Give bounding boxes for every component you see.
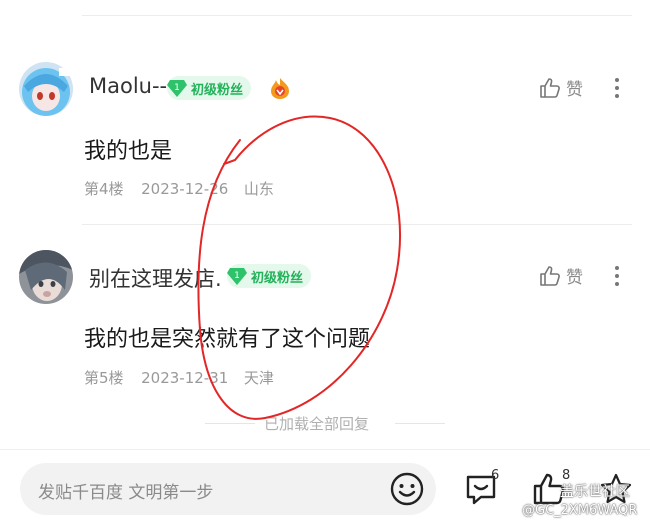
thumb-up-icon bbox=[540, 77, 560, 98]
username[interactable]: 别在这理发店. bbox=[89, 263, 222, 293]
vip-fire-icon bbox=[271, 78, 289, 99]
top-divider bbox=[82, 15, 632, 16]
avatar[interactable] bbox=[19, 250, 73, 304]
fan-level-badge: 1 初级粉丝 bbox=[167, 76, 252, 100]
floor-number: 第5楼 bbox=[84, 369, 124, 387]
level-gem-icon: 1 bbox=[227, 268, 247, 285]
comment-location: 山东 bbox=[243, 180, 274, 198]
reply-input-placeholder: 发贴千百度 文明第一步 bbox=[38, 483, 214, 503]
floor-number: 第4楼 bbox=[84, 180, 124, 198]
comment-content: 我的也是突然就有了这个问题 bbox=[84, 327, 371, 352]
svg-text:1: 1 bbox=[174, 83, 180, 93]
like-button[interactable]: 赞 bbox=[538, 75, 583, 100]
comment-date: 2023-12-26 bbox=[141, 180, 229, 198]
loaded-all-text: 已加载全部回复 bbox=[264, 415, 370, 433]
reply-count: 6 bbox=[491, 468, 500, 483]
loaded-divider-right bbox=[395, 423, 445, 424]
comment-meta: 第5楼 2023-12-31 天津 bbox=[84, 367, 274, 388]
bottom-bar-divider bbox=[0, 449, 650, 450]
more-icon bbox=[615, 78, 619, 82]
emoji-icon[interactable] bbox=[389, 471, 425, 507]
comment-location: 天津 bbox=[243, 369, 274, 387]
thumb-up-icon bbox=[540, 265, 560, 286]
more-options-button[interactable] bbox=[614, 264, 620, 288]
reply-input[interactable]: 发贴千百度 文明第一步 bbox=[20, 463, 436, 515]
like-label: 赞 bbox=[566, 268, 583, 288]
comment-date: 2023-12-31 bbox=[141, 369, 229, 387]
fan-level-badge: 1 初级粉丝 bbox=[227, 264, 312, 288]
svg-text:1: 1 bbox=[234, 271, 240, 281]
like-button[interactable]: 赞 bbox=[538, 263, 583, 288]
username[interactable]: Maolu-- bbox=[89, 74, 167, 98]
comment-divider bbox=[82, 224, 632, 225]
avatar[interactable] bbox=[19, 62, 73, 116]
comment-content: 我的也是 bbox=[84, 139, 173, 164]
level-gem-icon: 1 bbox=[167, 80, 187, 97]
fan-badge-label: 初级粉丝 bbox=[191, 82, 244, 98]
fan-badge-label: 初级粉丝 bbox=[251, 270, 304, 286]
watermark-line1: 盖乐世社区 bbox=[560, 484, 630, 500]
loaded-divider-left bbox=[205, 423, 255, 424]
watermark-line2: @GC_2XM6WAQR bbox=[522, 503, 638, 518]
more-options-button[interactable] bbox=[614, 76, 620, 100]
comment-meta: 第4楼 2023-12-26 山东 bbox=[84, 178, 274, 199]
like-label: 赞 bbox=[566, 80, 583, 100]
more-icon bbox=[615, 266, 619, 270]
